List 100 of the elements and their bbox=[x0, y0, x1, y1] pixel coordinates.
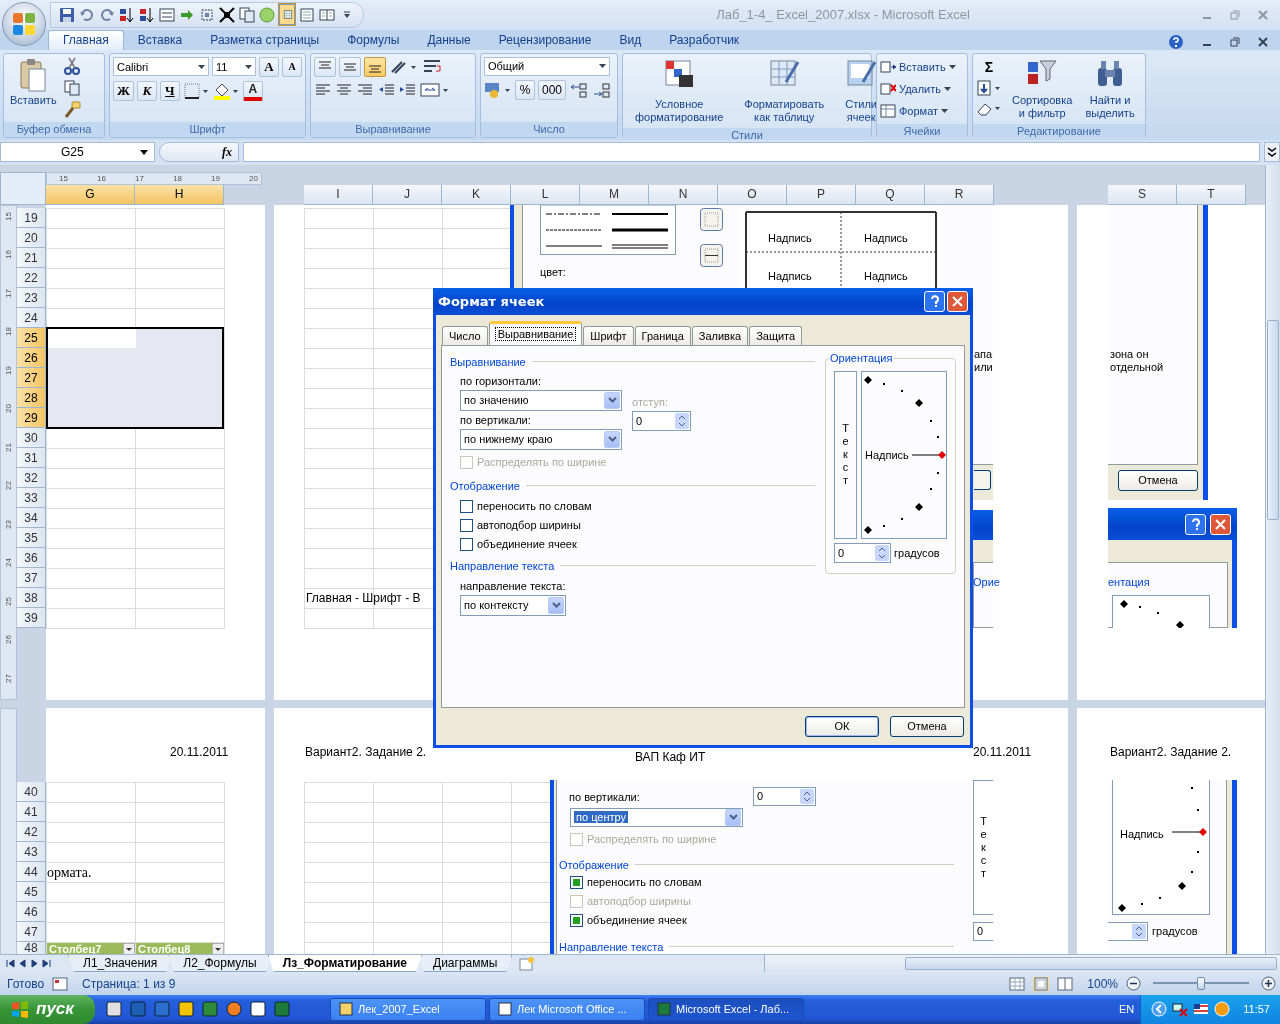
sheet-tab[interactable]: Л2_Формулы bbox=[168, 955, 272, 972]
dropdown-caret-icon[interactable] bbox=[245, 64, 252, 69]
row-header[interactable]: 39 bbox=[17, 607, 46, 628]
row-header[interactable]: 33 bbox=[17, 487, 46, 508]
row-header[interactable]: 25 bbox=[17, 327, 46, 348]
sheet-tab[interactable]: Лз_Форматирование bbox=[267, 955, 423, 972]
column-header[interactable]: J bbox=[373, 184, 442, 205]
sort-descending-icon[interactable] bbox=[139, 7, 155, 23]
number-format-field[interactable]: Общий bbox=[484, 56, 610, 76]
row-header[interactable]: 36 bbox=[17, 547, 46, 568]
quick-launch-icon[interactable] bbox=[105, 1000, 123, 1019]
row-header[interactable]: 44 bbox=[17, 861, 46, 882]
column-header[interactable]: N bbox=[649, 184, 718, 205]
column-header[interactable]: L bbox=[511, 184, 580, 205]
row-header[interactable]: 23 bbox=[17, 287, 46, 308]
vertical-align-dropdown[interactable]: по нижнему краю bbox=[460, 428, 622, 450]
paste-button[interactable]: Вставить bbox=[7, 56, 60, 108]
grow-font-button[interactable]: A bbox=[259, 56, 279, 77]
scissors-icon[interactable] bbox=[62, 56, 81, 75]
percent-button[interactable]: % bbox=[515, 79, 535, 100]
column-header[interactable]: G bbox=[46, 184, 135, 205]
indent-spinner[interactable]: 0 bbox=[632, 410, 691, 431]
clipboard-icon[interactable] bbox=[18, 57, 49, 94]
quick-launch-icon[interactable] bbox=[249, 1000, 267, 1019]
cancel-button[interactable]: Отмена bbox=[890, 715, 964, 737]
cell-styles-button[interactable]: Стили ячеек bbox=[842, 56, 881, 125]
quick-launch-icon[interactable] bbox=[177, 1000, 195, 1019]
expand-icon[interactable] bbox=[1264, 142, 1280, 163]
quick-launch-icon[interactable] bbox=[225, 1000, 243, 1019]
dialog-tab[interactable]: Защита bbox=[749, 325, 803, 345]
taskbar-button[interactable]: Microsoft Excel - Лаб... bbox=[648, 998, 804, 1021]
normal-view-icon[interactable] bbox=[279, 4, 295, 26]
spin-arrows-icon[interactable] bbox=[675, 412, 689, 429]
text-direction-dropdown[interactable]: по контексту bbox=[460, 594, 566, 616]
redo-icon[interactable] bbox=[99, 7, 115, 23]
row-header[interactable]: 37 bbox=[17, 567, 46, 588]
column-header[interactable]: S bbox=[1108, 184, 1177, 205]
row-header[interactable]: 40 bbox=[17, 781, 46, 802]
format-grid-icon[interactable] bbox=[880, 102, 896, 119]
circle-icon[interactable] bbox=[259, 7, 275, 23]
logo[interactable] bbox=[11, 11, 37, 37]
column-header[interactable]: K bbox=[442, 184, 511, 205]
row-header[interactable]: 31 bbox=[17, 447, 46, 468]
row-header[interactable]: 45 bbox=[17, 881, 46, 902]
conditional-format-button[interactable]: Условное форматирование bbox=[632, 56, 727, 125]
arrow-icon[interactable] bbox=[179, 7, 195, 23]
insert-row-icon[interactable] bbox=[880, 58, 896, 75]
sort-filter-button[interactable]: Сортировка и фильтр bbox=[1009, 56, 1076, 121]
row-header[interactable]: 46 bbox=[17, 901, 46, 922]
thousands-button[interactable]: 000 bbox=[538, 79, 567, 100]
row-header[interactable]: 30 bbox=[17, 427, 46, 448]
row-header[interactable]: 47 bbox=[17, 921, 46, 942]
sort-ascending-icon[interactable] bbox=[119, 7, 135, 23]
table-format-button[interactable]: Форматировать как таблицу bbox=[741, 56, 828, 125]
language-indicator[interactable]: EN bbox=[1119, 1003, 1135, 1016]
horizontal-scrollbar[interactable] bbox=[764, 955, 1280, 972]
formula-input[interactable] bbox=[243, 142, 1260, 163]
format-painter-icon[interactable] bbox=[62, 100, 81, 119]
degrees-spinner[interactable]: 0 bbox=[834, 542, 891, 563]
conditional-format-icon[interactable] bbox=[663, 57, 696, 90]
ribbon-tab[interactable]: Разработчик bbox=[655, 30, 754, 50]
sheet-tab[interactable]: Диаграммы bbox=[418, 955, 513, 972]
vertical-scrollbar[interactable] bbox=[1265, 164, 1280, 954]
autosum-button[interactable]: Σ bbox=[976, 56, 1002, 77]
row-header[interactable]: 26 bbox=[17, 347, 46, 368]
help-icon[interactable] bbox=[1168, 33, 1184, 50]
shrink-font-button[interactable]: A bbox=[282, 56, 302, 77]
column-header[interactable]: O bbox=[718, 184, 787, 205]
row-header[interactable]: 20 bbox=[17, 227, 46, 248]
column-header[interactable]: H bbox=[135, 184, 224, 205]
normal-view-icon[interactable] bbox=[1009, 976, 1026, 991]
copy-icon[interactable] bbox=[239, 7, 255, 23]
sheet-nav-icon[interactable] bbox=[6, 959, 15, 968]
dropdown-caret-icon[interactable] bbox=[198, 64, 205, 69]
copy-icon[interactable] bbox=[62, 78, 81, 97]
ribbon-tab[interactable]: Вид bbox=[605, 30, 656, 50]
row-header[interactable]: 22 bbox=[17, 267, 46, 288]
dropdown-caret-icon[interactable] bbox=[140, 149, 148, 155]
restore-icon[interactable] bbox=[1230, 36, 1240, 47]
font-color-button[interactable]: A bbox=[242, 80, 263, 101]
row-header[interactable]: 41 bbox=[17, 801, 46, 822]
italic-button[interactable]: К bbox=[136, 80, 157, 101]
ok-button[interactable]: ОК bbox=[805, 715, 879, 737]
fullscreen-icon[interactable] bbox=[219, 7, 235, 23]
fill-color-icon[interactable] bbox=[211, 81, 240, 100]
undo-icon[interactable] bbox=[79, 7, 95, 23]
row-header[interactable]: 27 bbox=[17, 367, 46, 388]
delete-cells-button[interactable]: Удалить bbox=[880, 78, 956, 99]
column-header[interactable]: T bbox=[1177, 184, 1246, 205]
close-button[interactable] bbox=[947, 290, 968, 312]
dialog-tab[interactable]: Число bbox=[442, 325, 488, 345]
row-header[interactable]: 35 bbox=[17, 527, 46, 548]
underline-button[interactable]: Ч bbox=[159, 80, 180, 101]
column-header[interactable]: R bbox=[925, 184, 994, 205]
dropdown-caret-icon[interactable] bbox=[948, 64, 956, 69]
row-header[interactable]: 34 bbox=[17, 507, 46, 528]
ribbon-tab[interactable]: Вставка bbox=[123, 30, 197, 50]
spin-arrows-icon[interactable] bbox=[875, 544, 889, 561]
row-header[interactable]: 32 bbox=[17, 467, 46, 488]
column-header[interactable]: I bbox=[304, 184, 373, 205]
